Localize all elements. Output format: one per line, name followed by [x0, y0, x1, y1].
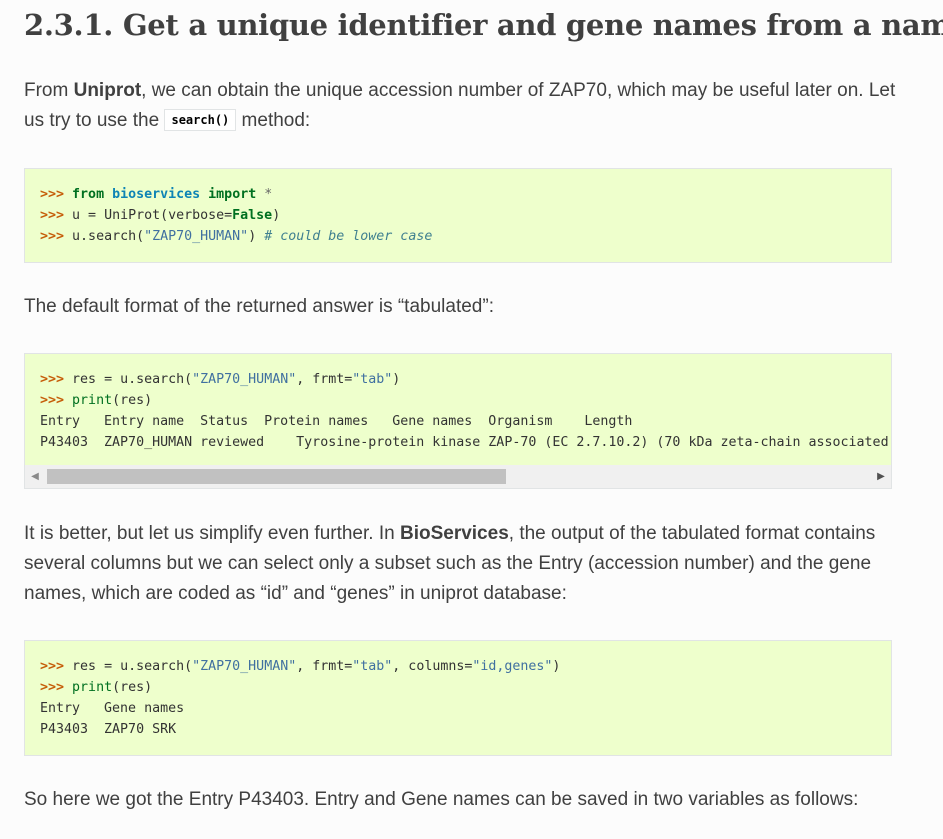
- code-block-columns: >>> res = u.search("ZAP70_HUMAN", frmt="…: [24, 640, 892, 756]
- scroll-left-arrow-icon[interactable]: ◀: [25, 465, 45, 488]
- paragraph-entry-saved: So here we got the Entry P43403. Entry a…: [24, 789, 859, 810]
- inline-code-search: search(): [164, 109, 237, 131]
- paragraph-default-format: The default format of the returned answe…: [24, 296, 494, 317]
- code-block-tabulated[interactable]: >>> res = u.search("ZAP70_HUMAN", frmt="…: [24, 353, 892, 466]
- uniprot-link[interactable]: Uniprot: [74, 80, 142, 101]
- section-heading: 2.3.1. Get a unique identifier and gene …: [24, 8, 943, 42]
- paragraph-intro: From Uniprot, we can obtain the unique a…: [24, 80, 896, 131]
- documentation-page: 2.3.1. Get a unique identifier and gene …: [0, 0, 943, 839]
- paragraph-simplify: It is better, but let us simplify even f…: [24, 523, 876, 604]
- scroll-right-arrow-icon[interactable]: ▶: [871, 465, 891, 488]
- horizontal-scrollbar[interactable]: ◀ ▶: [24, 465, 892, 489]
- bioservices-link[interactable]: BioServices: [400, 523, 509, 544]
- scrollbar-thumb[interactable]: [47, 469, 506, 484]
- code-block-search: >>> from bioservices import * >>> u = Un…: [24, 168, 892, 263]
